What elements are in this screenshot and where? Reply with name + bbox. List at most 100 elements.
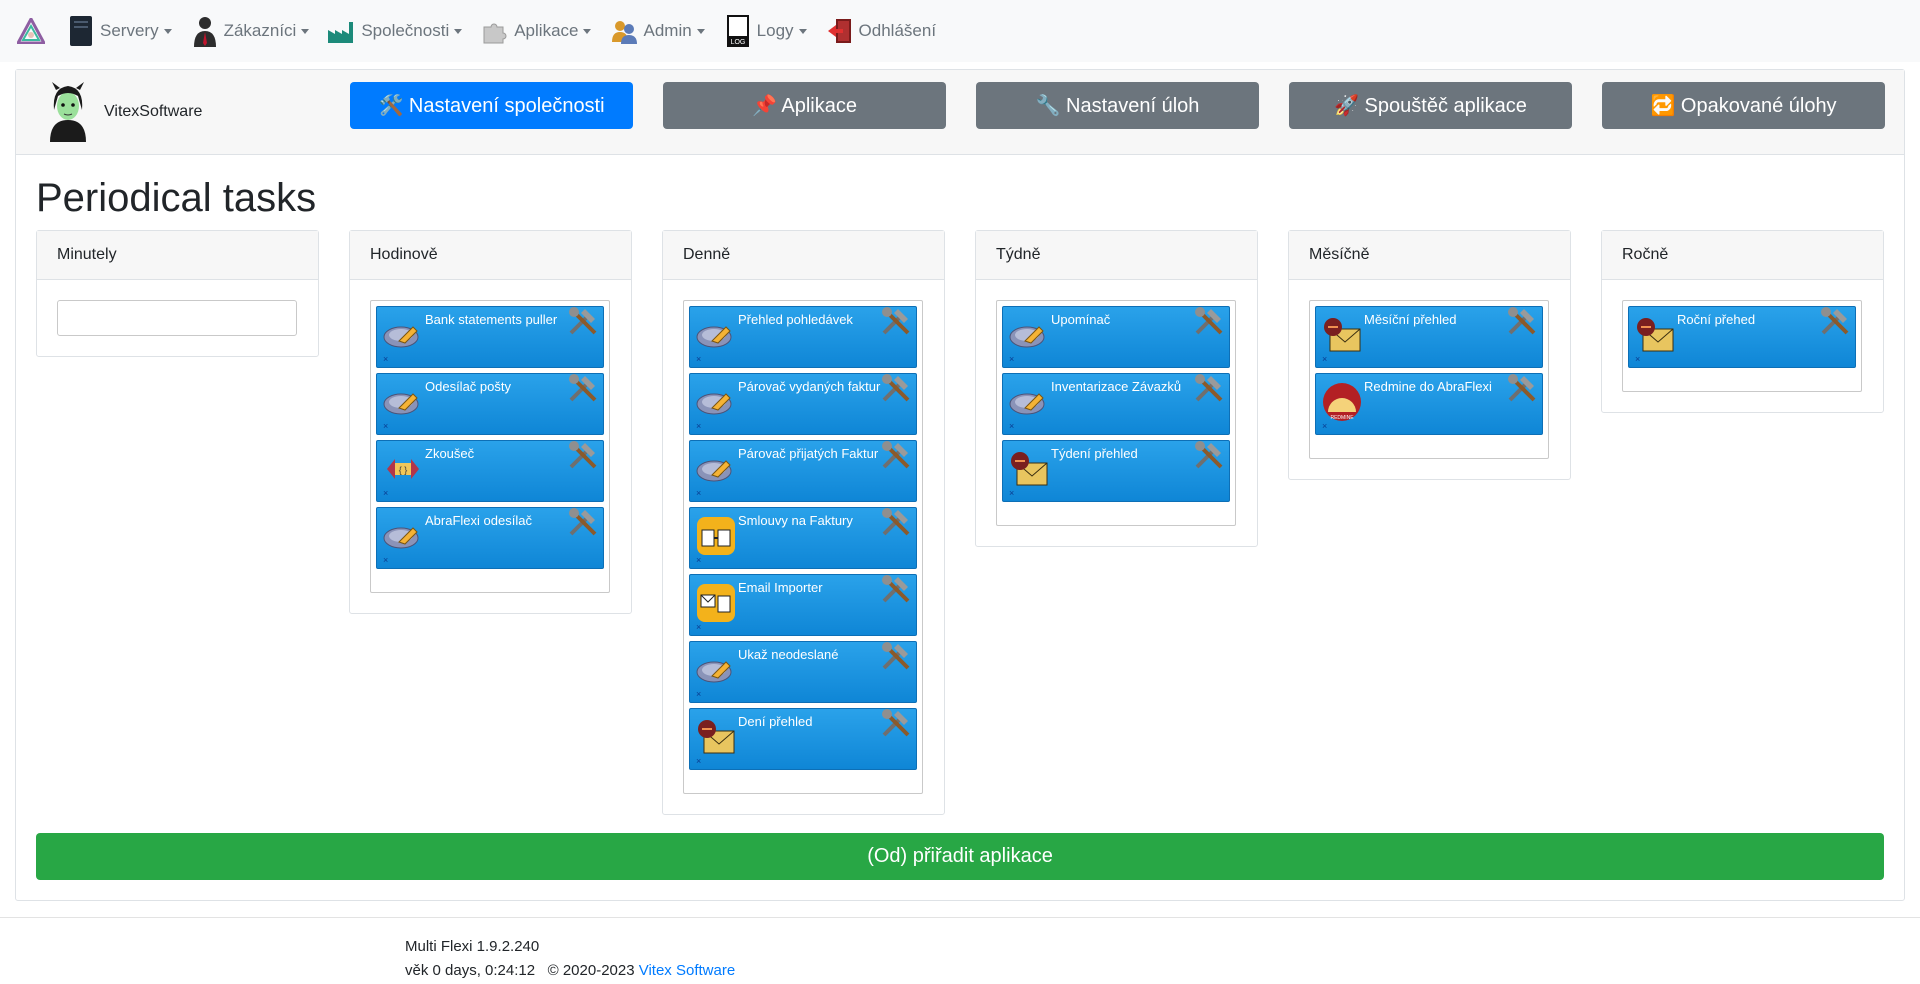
tools-icon[interactable] xyxy=(1191,303,1227,339)
job-card[interactable]: Párovač přijatých Faktur × xyxy=(689,440,917,502)
nav-admin[interactable]: Admin xyxy=(609,14,705,48)
remove-icon[interactable]: × xyxy=(1009,354,1014,364)
job-card[interactable]: Email Importer × xyxy=(689,574,917,636)
job-card[interactable]: Inventarizace Závazků × xyxy=(1002,373,1230,435)
chevron-down-icon xyxy=(301,28,310,34)
remove-icon[interactable]: × xyxy=(383,421,388,431)
nav-spolecnosti[interactable]: Společnosti xyxy=(327,14,463,48)
remove-icon[interactable]: × xyxy=(1322,354,1327,364)
job-card[interactable]: Dení přehled × xyxy=(689,708,917,770)
nav-aplikace[interactable]: Aplikace xyxy=(480,14,592,48)
job-list[interactable]: Přehled pohledávek × Párovač vydaných fakt… xyxy=(683,300,923,794)
job-list[interactable]: Bank statements puller × Odesílač pošty ×{ … xyxy=(370,300,610,593)
job-card[interactable]: { } Zkoušeč × xyxy=(376,440,604,502)
server-icon xyxy=(66,14,96,48)
top-navbar: Servery Zákazníci Společnosti Aplikace A… xyxy=(0,0,1920,62)
mail-report-icon xyxy=(1635,315,1675,355)
remove-icon[interactable]: × xyxy=(383,354,388,364)
job-card[interactable]: Roční přehed × xyxy=(1628,306,1856,368)
tools-icon[interactable] xyxy=(878,504,914,540)
nav-odhlaseni[interactable]: Odhlášení xyxy=(825,14,937,48)
logout-icon xyxy=(825,14,855,48)
remove-icon[interactable]: × xyxy=(1009,421,1014,431)
remove-icon[interactable]: × xyxy=(383,488,388,498)
job-label: Odesílač pošty xyxy=(425,379,511,394)
abraflexi-icon xyxy=(383,516,423,556)
tools-icon[interactable] xyxy=(878,638,914,674)
job-label: Upomínač xyxy=(1051,312,1111,327)
minutely-dropzone[interactable] xyxy=(57,300,297,336)
column-daily: Denně Přehled pohledávek × Párovač vydanýc… xyxy=(662,230,945,815)
job-list[interactable]: Roční přehed × xyxy=(1622,300,1862,392)
email-importer-icon xyxy=(696,583,736,623)
job-card[interactable]: Přehled pohledávek × xyxy=(689,306,917,368)
column-title: Hodinově xyxy=(350,231,631,280)
multiflexi-logo-icon[interactable] xyxy=(14,14,48,48)
tools-icon[interactable] xyxy=(878,370,914,406)
column-title: Měsíčně xyxy=(1289,231,1570,280)
column-hourly: Hodinově Bank statements puller × Odesílač… xyxy=(349,230,632,614)
tools-icon[interactable] xyxy=(878,437,914,473)
column-body: Přehled pohledávek × Párovač vydaných fakt… xyxy=(663,280,944,814)
job-card[interactable]: Odesílač pošty × xyxy=(376,373,604,435)
remove-icon[interactable]: × xyxy=(696,555,701,565)
column-title: Ročně xyxy=(1602,231,1883,280)
nav-spolecnosti-label: Společnosti xyxy=(361,21,450,40)
tools-icon[interactable] xyxy=(1817,303,1853,339)
company-settings-button[interactable]: 🛠️ Nastavení společnosti xyxy=(350,82,633,129)
tools-icon[interactable] xyxy=(565,504,601,540)
remove-icon[interactable]: × xyxy=(1635,354,1640,364)
applications-button[interactable]: 📌 Aplikace xyxy=(663,82,946,129)
tools-icon[interactable] xyxy=(565,370,601,406)
app-launcher-button[interactable]: 🚀 Spouštěč aplikace xyxy=(1289,82,1572,129)
nav-zakaznici[interactable]: Zákazníci xyxy=(190,14,310,48)
remove-icon[interactable]: × xyxy=(696,756,701,766)
remove-icon[interactable]: × xyxy=(383,555,388,565)
job-settings-button[interactable]: 🔧 Nastavení úloh xyxy=(976,82,1259,129)
job-card[interactable]: REDMINE Redmine do AbraFlexi × xyxy=(1315,373,1543,435)
remove-icon[interactable]: × xyxy=(696,421,701,431)
vitex-software-link[interactable]: Vitex Software xyxy=(639,962,735,979)
tools-icon[interactable] xyxy=(1504,303,1540,339)
column-title: Denně xyxy=(663,231,944,280)
factory-icon xyxy=(327,14,357,48)
job-card[interactable]: Týdení přehled × xyxy=(1002,440,1230,502)
job-card[interactable]: AbraFlexi odesílač × xyxy=(376,507,604,569)
job-card[interactable]: Ukaž neodeslané × xyxy=(689,641,917,703)
tools-icon[interactable] xyxy=(878,571,914,607)
job-card[interactable]: Smlouvy na Faktury × xyxy=(689,507,917,569)
job-card[interactable]: Bank statements puller × xyxy=(376,306,604,368)
remove-icon[interactable]: × xyxy=(1009,488,1014,498)
tester-icon: { } xyxy=(383,449,423,489)
remove-icon[interactable]: × xyxy=(696,689,701,699)
job-card[interactable]: Párovač vydaných faktur × xyxy=(689,373,917,435)
nav-logy[interactable]: LOG Logy xyxy=(723,14,807,48)
column-title: Minutely xyxy=(37,231,318,280)
tools-icon[interactable] xyxy=(878,705,914,741)
remove-icon[interactable]: × xyxy=(696,354,701,364)
tools-icon[interactable] xyxy=(1504,370,1540,406)
tools-icon[interactable] xyxy=(1191,437,1227,473)
assign-applications-button[interactable]: (Od) přiřadit aplikace xyxy=(36,833,1884,880)
job-list[interactable]: Upomínač × Inventarizace Závazků × Týdení př… xyxy=(996,300,1236,526)
remove-icon[interactable]: × xyxy=(1322,421,1327,431)
tools-icon[interactable] xyxy=(1191,370,1227,406)
job-list[interactable]: Měsíční přehled × REDMINE Redmine do AbraFl… xyxy=(1309,300,1549,459)
column-body: Roční přehed × xyxy=(1602,280,1883,412)
tools-icon[interactable] xyxy=(565,303,601,339)
column-title: Týdně xyxy=(976,231,1257,280)
tools-icon[interactable] xyxy=(878,303,914,339)
job-label: Roční přehed xyxy=(1677,312,1756,327)
tools-icon[interactable] xyxy=(565,437,601,473)
customer-icon xyxy=(190,14,220,48)
job-card[interactable]: Měsíční přehled × xyxy=(1315,306,1543,368)
nav-servery[interactable]: Servery xyxy=(66,14,172,48)
remove-icon[interactable]: × xyxy=(696,488,701,498)
job-card[interactable]: Upomínač × xyxy=(1002,306,1230,368)
job-label: Inventarizace Závazků xyxy=(1051,379,1182,394)
abraflexi-icon xyxy=(1009,382,1049,422)
periodic-tasks-button[interactable]: 🔁 Opakované úlohy xyxy=(1602,82,1885,129)
nav-odhlaseni-label: Odhlášení xyxy=(858,21,937,40)
remove-icon[interactable]: × xyxy=(696,622,701,632)
company-brand[interactable]: VitexSoftware xyxy=(44,82,202,142)
